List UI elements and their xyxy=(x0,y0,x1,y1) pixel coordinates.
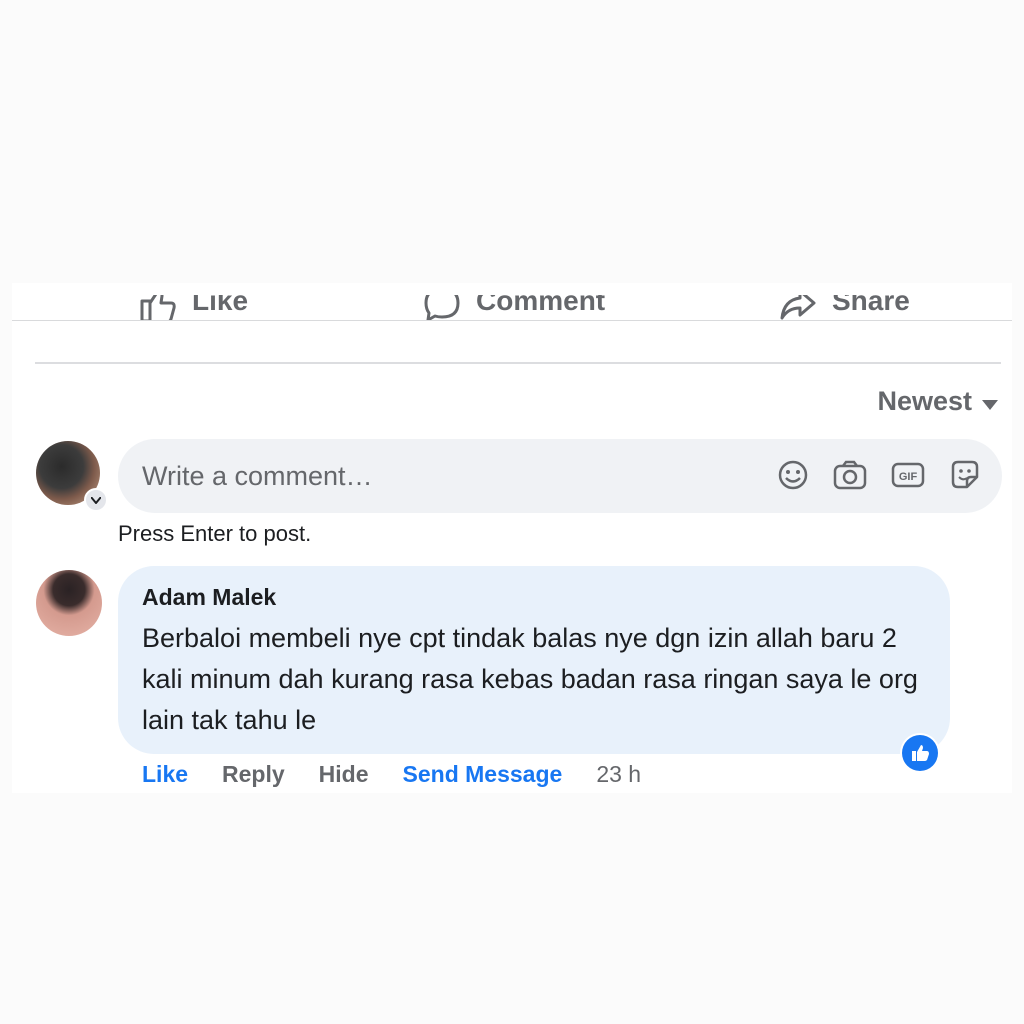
comment-timestamp[interactable]: 23 h xyxy=(596,761,641,788)
comment-like-link[interactable]: Like xyxy=(142,761,188,788)
reaction-badge-inner xyxy=(902,735,938,771)
sticker-icon[interactable] xyxy=(948,458,982,492)
comment-action-button[interactable]: Comment xyxy=(422,295,605,321)
comment-reply-link[interactable]: Reply xyxy=(222,761,285,788)
send-message-link[interactable]: Send Message xyxy=(403,761,563,788)
like-action-button[interactable]: Like xyxy=(138,295,248,321)
svg-text:GIF: GIF xyxy=(899,471,918,483)
thumbs-up-icon xyxy=(138,295,178,321)
comment-input-placeholder: Write a comment… xyxy=(142,461,373,491)
emoji-icon[interactable] xyxy=(776,458,810,492)
composer-tools: GIF xyxy=(776,458,982,492)
sort-label: Newest xyxy=(877,386,972,416)
sort-dropdown[interactable]: Newest xyxy=(877,386,998,417)
section-divider xyxy=(35,362,1001,364)
comment-author[interactable]: Adam Malek xyxy=(142,584,276,611)
share-icon xyxy=(778,295,818,321)
gif-icon[interactable]: GIF xyxy=(890,458,926,492)
comment-hide-link[interactable]: Hide xyxy=(319,761,369,788)
share-action-label: Share xyxy=(832,295,910,316)
press-enter-hint: Press Enter to post. xyxy=(118,521,312,546)
account-switch-caret-icon[interactable] xyxy=(84,488,108,512)
post-comments-panel: Like Comment Share Newest Write a commen… xyxy=(12,283,1012,793)
commenter-avatar[interactable] xyxy=(36,570,102,636)
comment-bubble: Adam Malek Berbaloi membeli nye cpt tind… xyxy=(118,566,950,754)
action-bar-top-rule xyxy=(12,320,1012,321)
like-reaction-icon[interactable] xyxy=(900,733,940,773)
post-action-bar: Like Comment Share xyxy=(12,295,1012,321)
comment-actions: Like Reply Hide Send Message 23 h xyxy=(142,761,641,788)
like-action-label: Like xyxy=(192,295,249,316)
comment-icon xyxy=(422,295,462,321)
camera-icon[interactable] xyxy=(832,458,868,492)
share-action-button[interactable]: Share xyxy=(778,295,910,321)
caret-down-icon xyxy=(982,386,998,417)
comment-body: Berbaloi membeli nye cpt tindak balas ny… xyxy=(142,623,918,735)
comment-action-label: Comment xyxy=(476,295,606,316)
comment-input[interactable]: Write a comment… GIF xyxy=(118,439,1002,513)
